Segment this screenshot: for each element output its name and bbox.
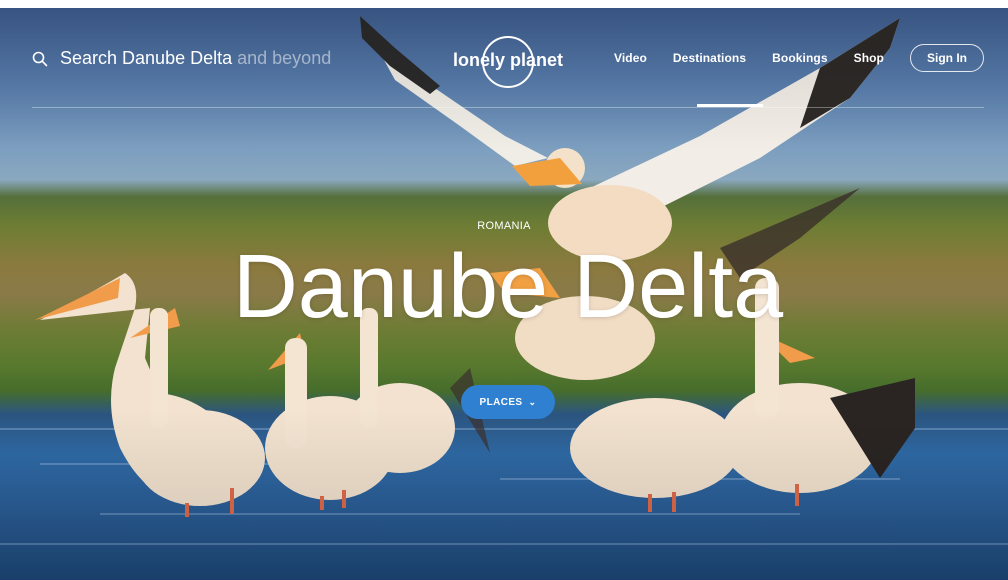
top-navigation: Search Danube Delta and beyond lonely pl… [0,8,1008,108]
nav-bookings[interactable]: Bookings [772,51,827,65]
search-input[interactable]: Search Danube Delta and beyond [60,48,331,69]
search-suffix: and beyond [237,48,332,68]
nav-shop[interactable]: Shop [854,51,884,65]
places-dropdown-button[interactable]: PLACES ⌄ [461,385,555,419]
chevron-down-icon: ⌄ [528,396,537,407]
logo-text: lonely planet [453,50,563,70]
search-icon[interactable] [32,51,48,67]
country-label[interactable]: ROMANIA [0,220,1008,232]
header-divider [32,107,984,108]
nav-video[interactable]: Video [614,51,647,65]
sign-in-button[interactable]: Sign In [910,44,984,72]
places-label: PLACES [479,396,523,408]
active-nav-indicator [697,104,763,107]
nav-destinations[interactable]: Destinations [673,51,746,65]
main-nav: Video Destinations Bookings Shop Sign In [588,44,984,72]
lonely-planet-logo[interactable]: lonely planet [452,36,564,92]
search-query: Search Danube Delta [60,48,233,68]
destination-title: Danube Delta [232,237,784,337]
search-bar[interactable]: Search Danube Delta and beyond [32,48,331,69]
